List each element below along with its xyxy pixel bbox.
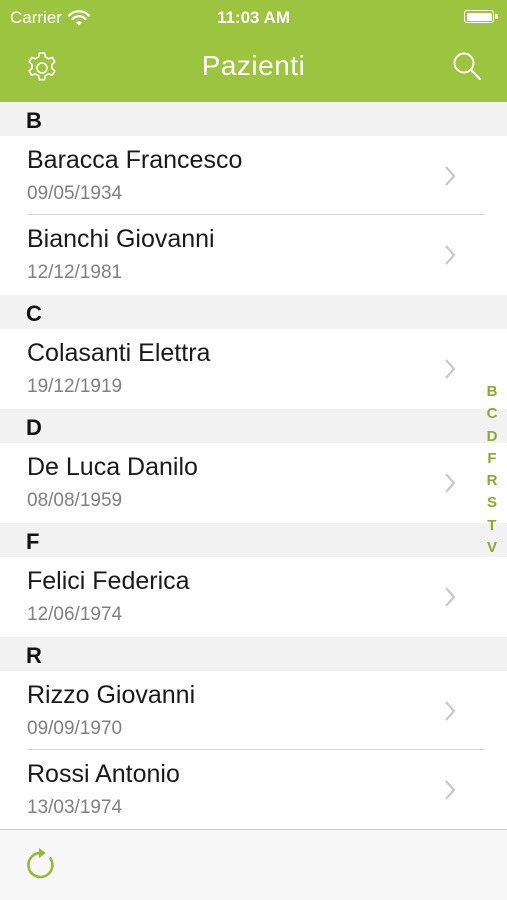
- patient-row[interactable]: De Luca Danilo 08/08/1959: [0, 443, 507, 523]
- patient-birthdate: 12/06/1974: [27, 604, 123, 625]
- section-letter: D: [26, 415, 42, 440]
- patient-name: Rizzo Giovanni: [27, 681, 196, 709]
- index-letter-d[interactable]: D: [487, 426, 498, 448]
- status-time: 11:03 AM: [216, 8, 291, 27]
- patient-row[interactable]: Rossi Antonio 13/03/1974: [0, 750, 507, 830]
- patient-row[interactable]: Bianchi Giovanni 12/12/1981: [0, 215, 507, 295]
- patient-name: Felici Federica: [27, 567, 190, 595]
- patient-birthdate: 19/12/1919: [27, 376, 123, 397]
- section-header-f: F: [0, 523, 507, 557]
- chevron-right-icon: [445, 245, 456, 265]
- index-letter-f[interactable]: F: [487, 448, 496, 470]
- status-bar: Carrier 11:03 AM: [0, 0, 507, 36]
- section-letter: R: [26, 643, 42, 668]
- patient-birthdate: 09/05/1934: [27, 183, 123, 204]
- patient-birthdate: 12/12/1981: [27, 262, 123, 283]
- index-letter-r[interactable]: R: [487, 470, 498, 492]
- battery-tip: [495, 14, 498, 19]
- index-letter-b[interactable]: B: [487, 381, 498, 403]
- patient-row[interactable]: Colasanti Elettra 19/12/1919: [0, 329, 507, 409]
- patient-name: Colasanti Elettra: [27, 339, 211, 367]
- patient-birthdate: 13/03/1974: [27, 797, 123, 818]
- bottom-toolbar: [0, 829, 507, 900]
- page-title: Pazienti: [201, 50, 306, 81]
- patient-row[interactable]: Baracca Francesco 09/05/1934: [0, 136, 507, 215]
- section-letter: B: [26, 108, 42, 133]
- chevron-right-icon: [445, 587, 456, 607]
- chevron-right-icon: [445, 359, 456, 379]
- chevron-right-icon: [445, 473, 456, 493]
- battery-icon: [464, 10, 498, 23]
- patient-row[interactable]: Felici Federica 12/06/1974: [0, 557, 507, 637]
- patient-birthdate: 09/09/1970: [27, 718, 123, 739]
- navigation-bar: Pazienti: [0, 36, 507, 102]
- patient-name: De Luca Danilo: [27, 453, 198, 481]
- patient-name: Rossi Antonio: [27, 760, 180, 788]
- chevron-right-icon: [445, 780, 456, 800]
- section-header-d: D: [0, 409, 507, 443]
- header: Carrier 11:03 AM Pazienti: [0, 0, 507, 102]
- section-header-b: B: [0, 102, 507, 136]
- patient-row[interactable]: Rizzo Giovanni 09/09/1970: [0, 671, 507, 750]
- section-letter: F: [26, 529, 40, 554]
- section-letter: C: [26, 301, 42, 326]
- section-header-r: R: [0, 637, 507, 671]
- patient-name: Baracca Francesco: [27, 146, 243, 174]
- search-icon[interactable]: [451, 50, 483, 82]
- refresh-icon[interactable]: [23, 847, 59, 883]
- patient-list: B Baracca Francesco 09/05/1934 Bianchi G…: [0, 102, 507, 830]
- patient-birthdate: 08/08/1959: [27, 490, 123, 511]
- battery-level-fill: [466, 12, 492, 21]
- index-letter-s[interactable]: S: [487, 492, 497, 514]
- chevron-right-icon: [445, 701, 456, 721]
- index-letter-c[interactable]: C: [487, 403, 498, 425]
- section-index[interactable]: B C D F R S T V: [484, 381, 500, 559]
- chevron-right-icon: [445, 166, 456, 186]
- section-header-c: C: [0, 295, 507, 329]
- patient-name: Bianchi Giovanni: [27, 225, 215, 253]
- index-letter-t[interactable]: T: [487, 515, 496, 537]
- index-letter-v[interactable]: V: [487, 537, 497, 559]
